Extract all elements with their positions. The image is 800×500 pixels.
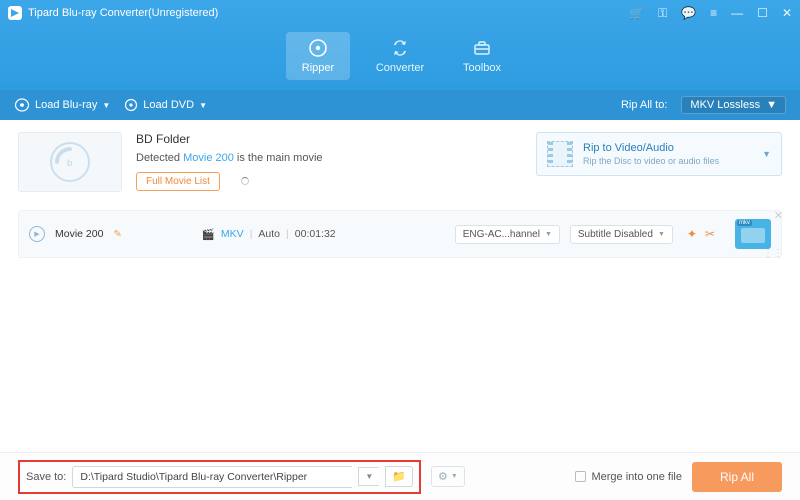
audio-track-select[interactable]: ENG-AC...hannel ▼ bbox=[455, 225, 560, 244]
rip-all-format-select[interactable]: MKV Lossless ▼ bbox=[681, 96, 786, 114]
merge-checkbox[interactable]: Merge into one file bbox=[575, 471, 682, 483]
rip-to-video-audio-panel[interactable]: Rip to Video/Audio Rip the Disc to video… bbox=[536, 132, 782, 176]
loading-spinner-icon bbox=[241, 177, 249, 185]
bluray-logo-icon: b bbox=[47, 139, 93, 185]
output-format-chip[interactable] bbox=[735, 219, 771, 249]
window-title: Tipard Blu-ray Converter(Unregistered) bbox=[28, 7, 629, 19]
detected-movie-text: Detected Movie 200 is the main movie bbox=[136, 152, 522, 164]
load-bluray-button[interactable]: Load Blu-ray ▼ bbox=[14, 98, 110, 112]
load-bluray-label: Load Blu-ray bbox=[35, 99, 97, 111]
checkbox-icon bbox=[575, 471, 586, 482]
tab-toolbox[interactable]: Toolbox bbox=[450, 32, 514, 80]
edit-name-icon[interactable]: ✎ bbox=[113, 229, 121, 240]
settings-button[interactable]: ⚙ ▼ bbox=[431, 466, 465, 487]
movie-name: Movie 200 bbox=[55, 228, 103, 240]
key-icon[interactable]: ⚿ bbox=[658, 6, 667, 21]
chevron-down-icon: ▼ bbox=[545, 231, 552, 238]
rip-panel-subtitle: Rip the Disc to video or audio files bbox=[583, 156, 752, 166]
open-folder-button[interactable]: 📁 bbox=[385, 466, 413, 487]
disc-thumbnail: b bbox=[18, 132, 122, 192]
chevron-down-icon: ▼ bbox=[199, 101, 207, 110]
tab-ripper-label: Ripper bbox=[302, 62, 334, 74]
app-logo-icon bbox=[8, 6, 22, 20]
chevron-down-icon: ▼ bbox=[766, 99, 777, 111]
maximize-icon[interactable]: ☐ bbox=[757, 6, 768, 20]
minimize-icon[interactable]: ― bbox=[731, 6, 743, 20]
bluray-disc-icon bbox=[14, 98, 30, 112]
tab-converter-label: Converter bbox=[376, 62, 424, 74]
tab-ripper[interactable]: Ripper bbox=[286, 32, 350, 80]
merge-label: Merge into one file bbox=[591, 471, 682, 483]
movie-auto: Auto bbox=[258, 228, 280, 240]
disc-icon bbox=[308, 38, 328, 58]
feedback-icon[interactable]: 💬 bbox=[681, 6, 696, 20]
chevron-down-icon: ▼ bbox=[762, 149, 771, 159]
chevron-down-icon: ▼ bbox=[102, 101, 110, 110]
dvd-disc-icon bbox=[124, 98, 138, 112]
rip-all-format-value: MKV Lossless bbox=[690, 99, 760, 111]
play-icon[interactable]: ▶ bbox=[29, 226, 45, 242]
movie-format: MKV bbox=[221, 228, 244, 240]
edit-video-icon[interactable]: ✦ bbox=[687, 227, 697, 241]
movie-list-item: ▶ Movie 200 ✎ 🎬 MKV | Auto | 00:01:32 EN… bbox=[18, 210, 782, 258]
convert-icon bbox=[390, 38, 410, 58]
movie-duration: 00:01:32 bbox=[295, 228, 336, 240]
rip-panel-title: Rip to Video/Audio bbox=[583, 142, 752, 154]
clapper-icon: 🎬 bbox=[202, 228, 215, 241]
path-dropdown-button[interactable]: ▼ bbox=[358, 467, 379, 486]
gear-icon: ⚙ bbox=[438, 470, 448, 483]
menu-icon[interactable]: ≡ bbox=[710, 6, 717, 20]
film-strip-icon bbox=[547, 141, 573, 167]
chevron-down-icon: ▼ bbox=[658, 231, 665, 238]
load-dvd-label: Load DVD bbox=[143, 99, 194, 111]
full-movie-list-button[interactable]: Full Movie List bbox=[136, 172, 220, 191]
cut-icon[interactable]: ✂ bbox=[705, 227, 715, 241]
svg-text:b: b bbox=[67, 158, 73, 168]
chevron-down-icon: ▼ bbox=[451, 473, 458, 480]
rip-all-button[interactable]: Rip All bbox=[692, 462, 782, 492]
tab-converter[interactable]: Converter bbox=[368, 32, 432, 80]
subtitle-select[interactable]: Subtitle Disabled ▼ bbox=[570, 225, 673, 244]
source-folder-title: BD Folder bbox=[136, 132, 522, 146]
tab-toolbox-label: Toolbox bbox=[463, 62, 501, 74]
rip-all-to-label: Rip All to: bbox=[621, 99, 667, 111]
save-to-highlight: Save to: ▼ 📁 bbox=[18, 460, 421, 494]
close-icon[interactable]: ✕ bbox=[782, 6, 792, 20]
save-path-input[interactable] bbox=[72, 466, 352, 488]
audio-track-value: ENG-AC...hannel bbox=[463, 229, 540, 240]
drag-handle-icon[interactable]: ⋮⋮ bbox=[763, 248, 783, 259]
load-dvd-button[interactable]: Load DVD ▼ bbox=[124, 98, 207, 112]
toolbox-icon bbox=[472, 38, 492, 58]
remove-item-icon[interactable]: ✕ bbox=[774, 209, 783, 222]
subtitle-value: Subtitle Disabled bbox=[578, 229, 653, 240]
save-to-label: Save to: bbox=[26, 471, 66, 483]
cart-icon[interactable]: 🛒 bbox=[629, 6, 644, 20]
